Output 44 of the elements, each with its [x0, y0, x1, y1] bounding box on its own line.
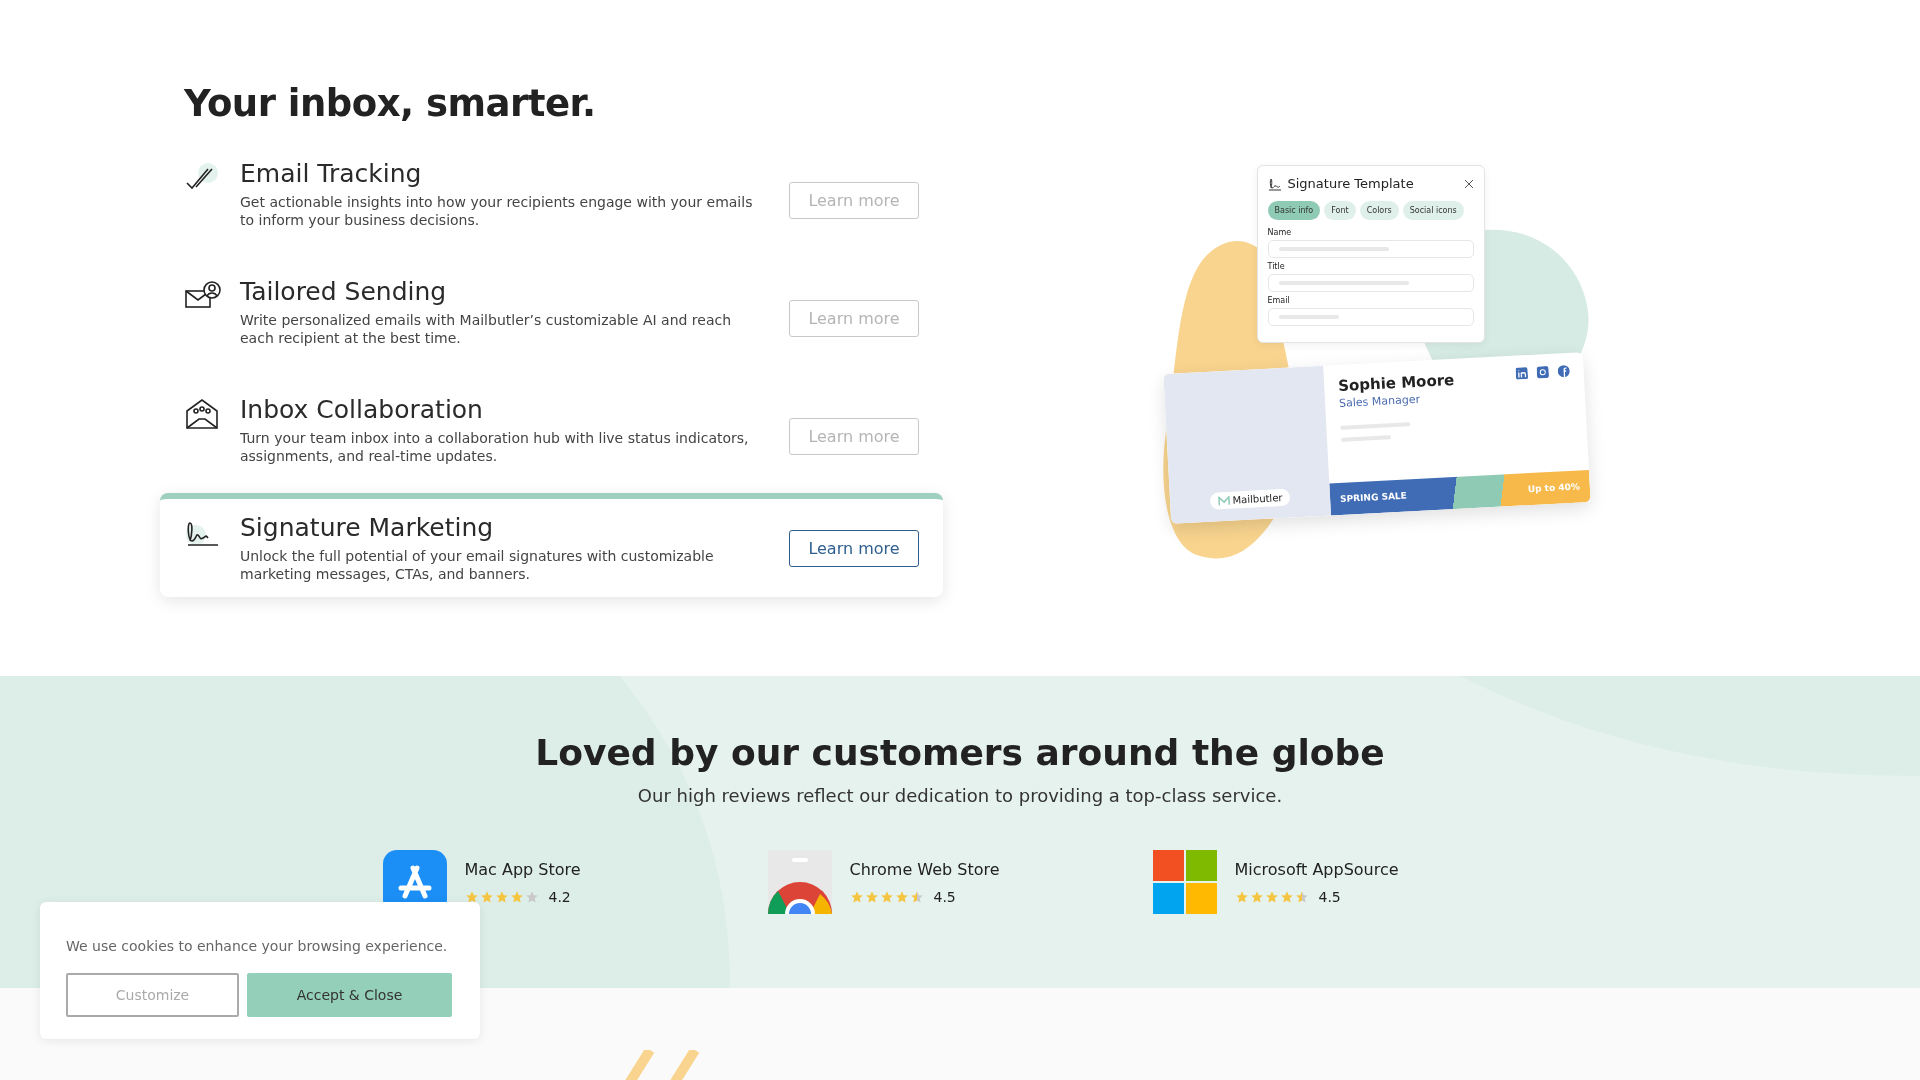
rating-value: 4.5	[933, 888, 956, 905]
field-label: Email	[1267, 296, 1291, 305]
panel-tab[interactable]: Basic info	[1267, 201, 1321, 220]
field-label: Name	[1267, 228, 1293, 237]
badge-text: Mailbutler	[1231, 492, 1283, 506]
banner-text: Up to 40%	[1527, 481, 1580, 495]
feature-title: Email Tracking	[240, 159, 423, 188]
close-icon[interactable]	[1463, 178, 1474, 189]
signature-icon	[1267, 176, 1282, 191]
instagram-icon[interactable]	[1536, 365, 1549, 379]
banner-text: SPRING SALE	[1339, 490, 1407, 504]
field-label: Title	[1267, 262, 1286, 271]
section-heading: Your inbox, smarter.	[184, 82, 597, 125]
input-field[interactable]	[1267, 274, 1474, 292]
person-role: Sales Manager	[1338, 392, 1421, 410]
linkedin-icon[interactable]	[1515, 367, 1528, 380]
rating-value: 4.5	[1318, 888, 1341, 905]
chrome-icon	[767, 850, 832, 914]
feature-description: Unlock the full potential of your email signatures with customizable marketing messages, CTAs, and banners.	[240, 547, 715, 583]
store-name: Mac App Store	[464, 859, 581, 879]
store-name: Microsoft AppSource	[1234, 859, 1399, 879]
reviews-subheading: Our high reviews reflect our dedication to providing a top-class service.	[637, 785, 1283, 806]
panel-tab[interactable]: Colors	[1359, 201, 1399, 220]
panel-tab[interactable]: Social icons	[1402, 201, 1464, 220]
facebook-icon[interactable]	[1556, 364, 1570, 378]
input-field[interactable]	[1267, 240, 1474, 258]
accept-button[interactable]: Accept & Close	[247, 973, 452, 1017]
feature-title: Tailored Sending	[240, 277, 448, 306]
cookie-message: We use cookies to enhance your browsing experience.	[66, 938, 449, 954]
feature-title: Inbox Collaboration	[240, 395, 484, 424]
m-logo-icon	[1216, 495, 1230, 506]
feature-title: Signature Marketing	[240, 513, 495, 542]
four-squares-icon	[1152, 850, 1217, 914]
feature-description: Write personalized emails with Mailbutler’s customizable AI and reach each recipient at the best time.	[240, 311, 733, 347]
person-name: Sophie Moore	[1337, 369, 1456, 395]
reviews-heading: Loved by our customers around the globe	[535, 732, 1385, 773]
feature-description: Get actionable insights into how your recipients engage with your emails to inform your business decisions.	[240, 193, 754, 229]
panel-tab[interactable]: Font	[1324, 201, 1356, 220]
rating-value: 4.2	[548, 888, 571, 905]
panel-title: Signature Template	[1287, 176, 1415, 191]
learn-more-button[interactable]: Learn more	[789, 529, 919, 567]
input-field[interactable]	[1267, 308, 1474, 326]
feature-description: Turn your team inbox into a collaboration hub with live status indicators, assignments, and real-time updates.	[240, 429, 750, 465]
store-name: Chrome Web Store	[849, 859, 1000, 879]
